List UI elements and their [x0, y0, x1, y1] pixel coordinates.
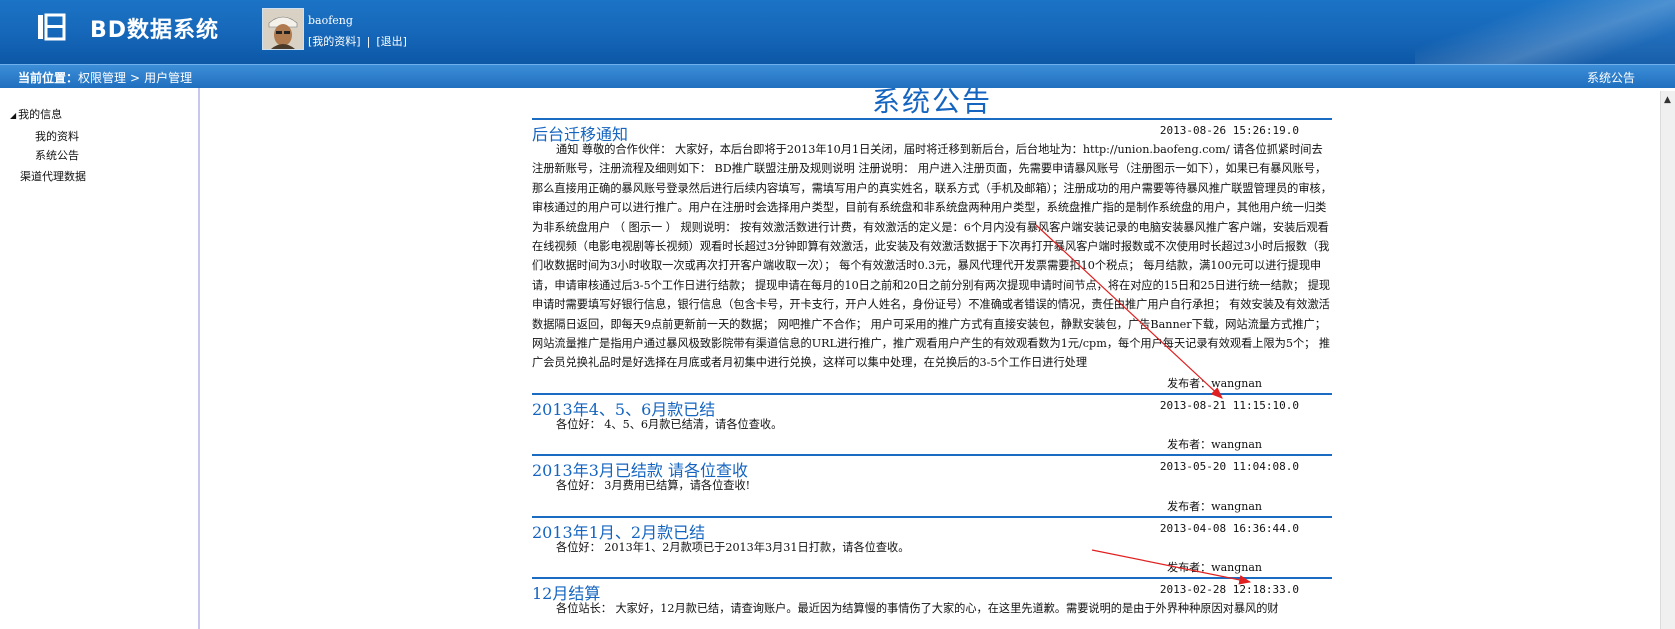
notice-date: 2013-04-08 16:36:44.0 — [1159, 521, 1299, 535]
scroll-up-arrow-icon[interactable]: ▲ — [1664, 95, 1671, 105]
notice-date: 2013-05-20 11:04:08.0 — [1159, 460, 1299, 474]
notice-body: 各位站长： 大家好，12月款已结，请查询账户。最近因为结算慢的事情伤了大家的心，… — [556, 602, 1279, 616]
breadcrumb-arrow: > — [130, 71, 141, 85]
app-logo-text: BD数据系统 — [90, 18, 220, 43]
avatar-photo-icon — [263, 9, 303, 49]
sidebar-group-label: 我的信息 — [18, 108, 63, 121]
header-decoration — [1415, 0, 1675, 64]
breadcrumb-bar: 当前位置：权限管理 > 用户管理 系统公告 — [0, 64, 1675, 88]
user-avatar[interactable] — [262, 8, 304, 50]
top-header: BD数据系统 baofeng [我的资料] | [退出] — [0, 0, 1675, 64]
link-separator: | — [366, 35, 371, 48]
breadcrumb-label: 当前位置： — [18, 71, 79, 85]
username-label: baofeng — [308, 14, 353, 27]
notice-item: 2013年1月、2月款已结 2013-04-08 16:36:44.0 各位好：… — [532, 518, 1332, 580]
notice-publisher: 发布者：wangnan — [1167, 376, 1262, 390]
sidebar-group-my-info[interactable]: ◢ 我的信息 — [10, 106, 62, 122]
notice-title[interactable]: 2013年4、5、6月款已结 — [532, 396, 715, 420]
notice-body: 通知 尊敬的合作伙伴： 大家好，本后台即将于2013年10月1日关闭，届时将迁移… — [532, 143, 1332, 370]
notice-item: 12月结算 2013-02-28 12:18:33.0 各位站长： 大家好，12… — [532, 579, 1332, 618]
notice-date: 2013-08-26 15:26:19.0 — [1159, 124, 1299, 137]
notice-publisher: 发布者：wangnan — [1167, 438, 1262, 452]
notice-item: 2013年4、5、6月款已结 2013-08-21 11:15:10.0 各位好… — [532, 395, 1332, 457]
breadcrumb-item-permissions[interactable]: 权限管理 — [78, 71, 126, 85]
main-content: 系统公告 后台迁移通知 2013-08-26 15:26:19.0 通知 尊敬的… — [200, 88, 1658, 629]
my-profile-link[interactable]: [我的资料] — [308, 35, 361, 48]
notice-title[interactable]: 后台迁移通知 — [532, 121, 628, 145]
triangle-down-icon: ◢ — [10, 111, 17, 120]
notice-date: 2013-02-28 12:18:33.0 — [1159, 583, 1299, 597]
page-title: 系统公告 — [871, 88, 992, 118]
sidebar: ◢ 我的信息 我的资料 系统公告 渠道代理数据 — [0, 88, 200, 629]
announcement-board: 系统公告 后台迁移通知 2013-08-26 15:26:19.0 通知 尊敬的… — [532, 88, 1332, 619]
notice-item: 2013年3月已结款 请各位查收 2013-05-20 11:04:08.0 各… — [532, 456, 1332, 518]
notice-publisher: 发布者：wangnan — [1167, 561, 1262, 575]
sidebar-item-channel-data[interactable]: 渠道代理数据 — [20, 168, 86, 184]
notice-date: 2013-08-21 11:15:10.0 — [1159, 398, 1299, 412]
sidebar-item-announcements[interactable]: 系统公告 — [35, 147, 79, 163]
breadcrumb-item-users[interactable]: 用户管理 — [144, 71, 192, 85]
notice-title[interactable]: 2013年1月、2月款已结 — [532, 519, 705, 543]
breadcrumb-right-text: 系统公告 — [1586, 71, 1635, 85]
user-links: [我的资料] | [退出] — [308, 33, 407, 49]
notice-publisher: 发布者：wangnan — [1167, 499, 1262, 513]
logout-link[interactable]: [退出] — [376, 35, 407, 48]
vertical-scrollbar[interactable]: ▲ — [1660, 91, 1675, 629]
notice-title[interactable]: 12月结算 — [532, 580, 600, 604]
notice-title[interactable]: 2013年3月已结款 请各位查收 — [532, 457, 748, 481]
notice-item: 后台迁移通知 2013-08-26 15:26:19.0 通知 尊敬的合作伙伴：… — [532, 120, 1332, 395]
breadcrumb: 当前位置：权限管理 > 用户管理 — [18, 69, 192, 86]
sidebar-item-my-profile[interactable]: 我的资料 — [35, 128, 79, 144]
grid-app-icon — [38, 13, 66, 41]
